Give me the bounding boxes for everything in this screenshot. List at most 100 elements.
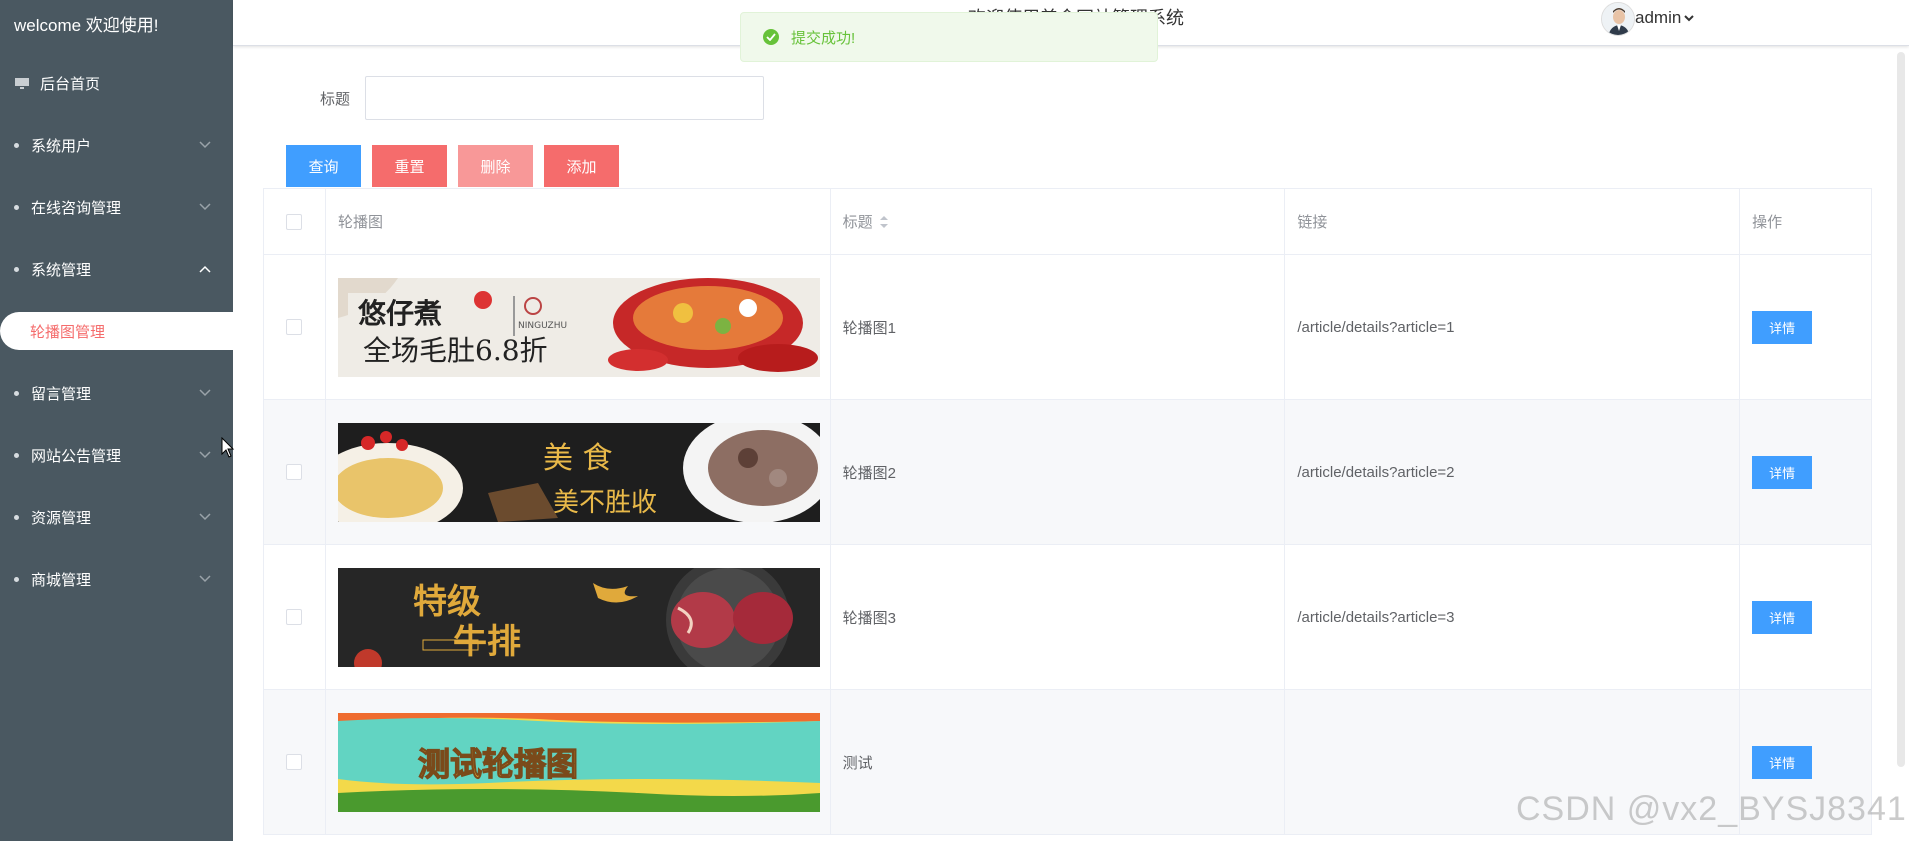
image-cell: 悠仔煮 NINGUZHU 全场毛肚6.8折 (326, 255, 831, 399)
carousel-thumbnail: 悠仔煮 NINGUZHU 全场毛肚6.8折 (337, 277, 820, 377)
chevron-down-icon (1684, 15, 1695, 22)
column-header: 轮播图 (326, 189, 831, 254)
sidebar-item-announcements[interactable]: 网站公告管理 (0, 424, 233, 486)
svg-text:美不胜收: 美不胜收 (553, 488, 657, 518)
sidebar: welcome 欢迎使用! 后台首页 系统用户 在线咨询管理 系统管理 轮播图管… (0, 0, 233, 841)
user-menu[interactable]: admin (1635, 8, 1695, 28)
link-cell: /article/details?article=3 (1285, 545, 1741, 689)
sidebar-item-system-manage[interactable]: 系统管理 (0, 238, 233, 300)
chevron-down-icon (199, 203, 211, 211)
reset-button[interactable]: 重置 (372, 145, 447, 187)
row-check-cell (264, 400, 326, 544)
select-all-checkbox[interactable] (286, 213, 303, 230)
image-cell: 美 食 美不胜收 (326, 400, 831, 544)
column-header: 链接 (1285, 189, 1741, 254)
sidebar-item-resources[interactable]: 资源管理 (0, 486, 233, 548)
sidebar-item-label: 后台首页 (40, 75, 101, 93)
bullet-icon (14, 514, 19, 520)
sidebar-item-label: 系统管理 (31, 261, 92, 279)
detail-button[interactable]: 详情 (1752, 455, 1813, 489)
carousel-thumbnail: 美 食 美不胜收 (337, 422, 820, 522)
column-header-title[interactable]: 标题 (831, 189, 1286, 254)
column-header: 操作 (1740, 189, 1872, 254)
title-search-input[interactable] (365, 76, 764, 120)
chevron-down-icon (199, 575, 211, 583)
watermark: CSDN @vx2_BYSJ8341 (1516, 790, 1907, 828)
table-header-row: 轮播图 标题 链接 操作 (264, 189, 1872, 255)
row-checkbox[interactable] (286, 464, 303, 480)
delete-button[interactable]: 删除 (458, 145, 533, 187)
welcome-text: welcome 欢迎使用! (14, 16, 159, 35)
image-cell: 特级 牛排 (326, 545, 831, 689)
chevron-up-icon (199, 265, 211, 273)
row-check-cell (264, 545, 326, 689)
action-cell: 详情 (1740, 400, 1872, 544)
svg-text:美 食: 美 食 (543, 441, 613, 476)
carousel-table: 轮播图 标题 链接 操作 悠仔煮 NINGUZHU 全场毛肚6.8折 轮播图1 … (263, 188, 1872, 835)
mouse-cursor-icon (221, 437, 235, 458)
sidebar-item-shop[interactable]: 商城管理 (0, 548, 233, 610)
avatar[interactable] (1601, 2, 1635, 36)
detail-button[interactable]: 详情 (1752, 600, 1813, 634)
chevron-down-icon (199, 513, 211, 521)
svg-text:特级: 特级 (413, 582, 481, 622)
monitor-icon (14, 77, 30, 89)
title-cell: 轮播图2 (831, 400, 1286, 544)
column-header-label: 标题 (842, 214, 873, 231)
link-cell: /article/details?article=1 (1285, 255, 1741, 399)
chevron-down-icon (199, 389, 211, 397)
sidebar-item-label: 在线咨询管理 (31, 199, 122, 217)
title-cell: 轮播图3 (831, 545, 1286, 689)
row-checkbox[interactable] (286, 754, 303, 770)
image-cell: 测试轮播图 (326, 690, 831, 834)
bullet-icon (14, 204, 19, 210)
table-row: 美 食 美不胜收 轮播图2 /article/details?article=2… (264, 400, 1872, 545)
sidebar-item-consult[interactable]: 在线咨询管理 (0, 176, 233, 238)
carousel-thumbnail: 特级 牛排 (337, 567, 820, 667)
bullet-icon (14, 266, 19, 272)
action-cell: 详情 (1740, 255, 1872, 399)
detail-button[interactable]: 详情 (1752, 310, 1813, 344)
bullet-icon (14, 576, 19, 582)
vertical-scrollbar[interactable] (1897, 52, 1905, 767)
bullet-icon (14, 142, 19, 148)
sidebar-item-label: 系统用户 (31, 137, 92, 155)
table-row: 悠仔煮 NINGUZHU 全场毛肚6.8折 轮播图1 /article/deta… (264, 255, 1872, 400)
sidebar-item-label: 资源管理 (31, 509, 92, 527)
title-cell: 轮播图1 (831, 255, 1286, 399)
chevron-down-icon (199, 141, 211, 149)
row-checkbox[interactable] (286, 319, 303, 335)
bullet-icon (14, 452, 19, 458)
sidebar-item-label: 轮播图管理 (30, 323, 106, 341)
svg-text:NINGUZHU: NINGUZHU (518, 321, 567, 331)
title-cell: 测试 (831, 690, 1286, 834)
link-cell: /article/details?article=2 (1285, 400, 1741, 544)
sidebar-item-label: 网站公告管理 (31, 447, 122, 465)
table-row: 特级 牛排 轮播图3 /article/details?article=3 详情 (264, 545, 1872, 690)
sidebar-item-messages[interactable]: 留言管理 (0, 362, 233, 424)
sidebar-item-carousel[interactable]: 轮播图管理 (0, 312, 233, 350)
add-button[interactable]: 添加 (544, 145, 619, 187)
sort-icon[interactable] (879, 215, 889, 229)
check-circle-icon (763, 29, 779, 45)
row-checkbox[interactable] (286, 609, 303, 625)
bullet-icon (14, 390, 19, 396)
search-label: 标题 (320, 91, 351, 108)
sidebar-item-label: 留言管理 (31, 385, 92, 403)
detail-button[interactable]: 详情 (1752, 745, 1813, 779)
svg-text:牛排: 牛排 (453, 622, 521, 662)
svg-text:悠仔煮: 悠仔煮 (357, 297, 442, 330)
sidebar-item-home[interactable]: 后台首页 (0, 52, 233, 114)
sidebar-item-label: 商城管理 (31, 571, 92, 589)
row-check-cell (264, 255, 326, 399)
chevron-down-icon (199, 451, 211, 459)
sidebar-item-system-users[interactable]: 系统用户 (0, 114, 233, 176)
carousel-thumbnail: 测试轮播图 (337, 712, 820, 812)
username: admin (1635, 8, 1682, 27)
toast-message: 提交成功! (791, 29, 856, 47)
svg-text:全场毛肚6.8折: 全场毛肚6.8折 (363, 334, 548, 367)
header-check-cell (264, 189, 326, 254)
svg-text:测试轮播图: 测试轮播图 (418, 745, 578, 783)
success-toast: 提交成功! (740, 12, 1158, 62)
query-button[interactable]: 查询 (286, 145, 361, 187)
